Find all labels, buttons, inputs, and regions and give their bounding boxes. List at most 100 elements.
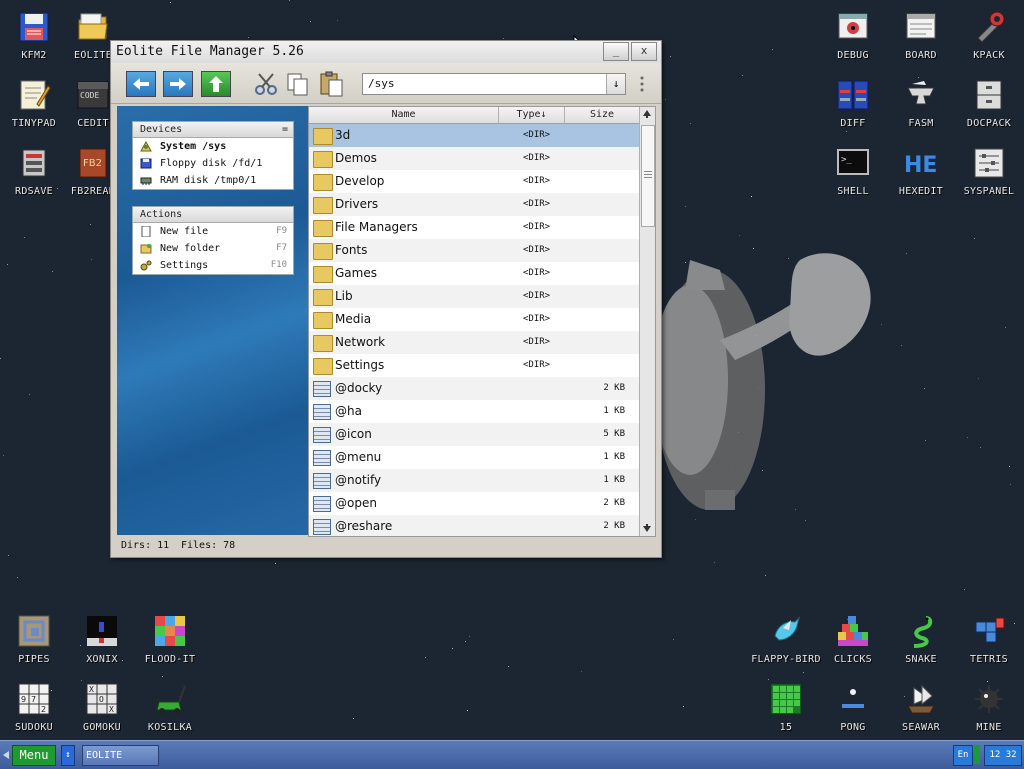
desktop-icon-kpack[interactable]: KPACK — [955, 10, 1023, 72]
action-new-folder[interactable]: New folder F7 — [133, 240, 293, 257]
file-row[interactable]: Settings <DIR> — [309, 354, 639, 377]
desktop-icon-label: TINYPAD — [11, 118, 57, 129]
file-name: Demos — [335, 151, 377, 165]
scroll-down-icon[interactable] — [642, 523, 652, 533]
device-item-system[interactable]: System /sys — [133, 138, 293, 155]
file-row[interactable]: Fonts <DIR> — [309, 239, 639, 262]
forward-button[interactable] — [163, 71, 193, 97]
language-indicator[interactable]: En — [953, 745, 973, 766]
paste-icon[interactable] — [319, 70, 345, 98]
file-row[interactable]: Media <DIR> — [309, 308, 639, 331]
switch-button[interactable]: ↕ — [61, 745, 75, 766]
hex-icon: HE — [904, 153, 937, 178]
svg-text:HE: HE — [904, 153, 937, 178]
file-name: Drivers — [335, 197, 379, 211]
file-row[interactable]: Develop <DIR> — [309, 170, 639, 193]
taskbar-item-eolite[interactable]: EOLITE — [82, 745, 159, 766]
xonix-icon — [87, 616, 117, 646]
lawnmower-icon — [156, 685, 186, 714]
svg-text:9: 9 — [21, 695, 26, 704]
folder-icon — [313, 128, 333, 145]
column-type[interactable]: Type↓ — [499, 107, 565, 123]
desktop-icon-diff[interactable]: DIFF — [819, 78, 887, 140]
device-item-floppy[interactable]: Floppy disk /fd/1 — [133, 155, 293, 172]
file-row[interactable]: @icon 5 KB — [309, 423, 639, 446]
desktop-icon-15[interactable]: 15 — [751, 682, 821, 740]
desktop-icon-kfm2[interactable]: KFM2 — [0, 10, 68, 72]
desktop-icon-pong[interactable]: PONG — [819, 682, 887, 740]
cut-icon[interactable] — [253, 72, 279, 96]
file-row[interactable]: Drivers <DIR> — [309, 193, 639, 216]
devices-menu-button[interactable]: = — [282, 122, 288, 137]
file-row[interactable]: Lib <DIR> — [309, 285, 639, 308]
svg-text:7: 7 — [31, 695, 36, 704]
action-new-file[interactable]: New file F9 — [133, 223, 293, 240]
device-label: Floppy disk /fd/1 — [160, 158, 263, 169]
desktop-icon-seawar[interactable]: SEAWAR — [887, 682, 955, 740]
device-item-ram[interactable]: RAM disk /tmp0/1 — [133, 172, 293, 189]
desktop-icon-fasm[interactable]: FASM — [887, 78, 955, 140]
actions-title: Actions — [140, 209, 183, 220]
desktop-icon-snake[interactable]: SNAKE — [887, 614, 955, 676]
file-row[interactable]: Games <DIR> — [309, 262, 639, 285]
desktop-icon-debug[interactable]: DEBUG — [819, 10, 887, 72]
desktop-icon-pipes[interactable]: PIPES — [0, 614, 68, 676]
more-options-icon[interactable] — [639, 75, 645, 93]
file-row[interactable]: Network <DIR> — [309, 331, 639, 354]
desktop-icon-tetris[interactable]: TETRIS — [955, 614, 1023, 676]
column-name[interactable]: Name — [309, 107, 499, 123]
file-row[interactable]: File Managers <DIR> — [309, 216, 639, 239]
folder-icon — [313, 151, 333, 168]
clock[interactable]: 12 32 — [984, 745, 1022, 766]
minimize-button[interactable]: _ — [603, 42, 629, 61]
file-icon — [313, 496, 331, 512]
vertical-scrollbar[interactable] — [639, 107, 655, 536]
toolbar: /sys ↓ — [111, 63, 661, 104]
path-dropdown-button[interactable]: ↓ — [606, 74, 625, 94]
desktop-icon-tinypad[interactable]: TINYPAD — [0, 78, 68, 140]
desktop-icon-docpack[interactable]: DOCPACK — [955, 78, 1023, 140]
desktop-icon-label: SHELL — [837, 186, 869, 197]
desktop-icon-xonix[interactable]: XONIX — [68, 614, 136, 676]
file-name: Settings — [335, 358, 385, 372]
up-button[interactable] — [201, 71, 231, 97]
desktop-icon-flappy-bird[interactable]: FLAPPY-BIRD — [751, 614, 821, 676]
back-button[interactable] — [126, 71, 156, 97]
flood-it-icon — [155, 616, 185, 646]
ram-icon — [140, 177, 152, 185]
file-row[interactable]: @notify 1 KB — [309, 469, 639, 492]
action-settings[interactable]: Settings F10 — [133, 257, 293, 274]
desktop-icon-board[interactable]: BOARD — [887, 10, 955, 72]
taskbar-left-arrow-icon[interactable] — [2, 750, 10, 760]
desktop-icon-hexedit[interactable]: HE HEXEDIT — [887, 146, 955, 208]
folder-icon — [313, 243, 333, 260]
file-name: @icon — [335, 427, 372, 441]
desktop-icon-mine[interactable]: MINE — [955, 682, 1023, 740]
desktop-icon-shell[interactable]: >_ SHELL — [819, 146, 887, 208]
path-input[interactable]: /sys ↓ — [362, 73, 626, 95]
copy-icon[interactable] — [285, 71, 311, 97]
file-row[interactable]: @reshare 2 KB — [309, 515, 639, 536]
file-row[interactable]: Demos <DIR> — [309, 147, 639, 170]
desktop-icon-clicks[interactable]: CLICKS — [819, 614, 887, 676]
file-icon — [313, 473, 331, 489]
scroll-up-icon[interactable] — [642, 109, 652, 119]
menu-button[interactable]: Menu — [12, 745, 56, 766]
file-type: <DIR> — [523, 222, 551, 232]
file-row[interactable]: @ha 1 KB — [309, 400, 639, 423]
file-row[interactable]: @open 2 KB — [309, 492, 639, 515]
desktop-icon-sudoku[interactable]: 9 7 2 SUDOKU — [0, 682, 68, 740]
file-row[interactable]: @docky 2 KB — [309, 377, 639, 400]
scrollbar-thumb[interactable] — [641, 125, 655, 227]
desktop-icon-rdsave[interactable]: RDSAVE — [0, 146, 68, 208]
column-size[interactable]: Size — [565, 107, 639, 123]
file-name: @reshare — [335, 519, 393, 533]
desktop-icon-flood-it[interactable]: FLOOD-IT — [136, 614, 204, 676]
desktop-icon-syspanel[interactable]: SYSPANEL — [955, 146, 1023, 208]
desktop-icon-kosilka[interactable]: KOSILKA — [136, 682, 204, 740]
close-button[interactable]: x — [631, 42, 657, 61]
file-row[interactable]: @menu 1 KB — [309, 446, 639, 469]
desktop-icon-gomoku[interactable]: X O X GOMOKU — [68, 682, 136, 740]
file-row[interactable]: 3d <DIR> — [309, 124, 639, 147]
title-bar[interactable]: Eolite File Manager 5.26 _ x — [111, 41, 661, 63]
